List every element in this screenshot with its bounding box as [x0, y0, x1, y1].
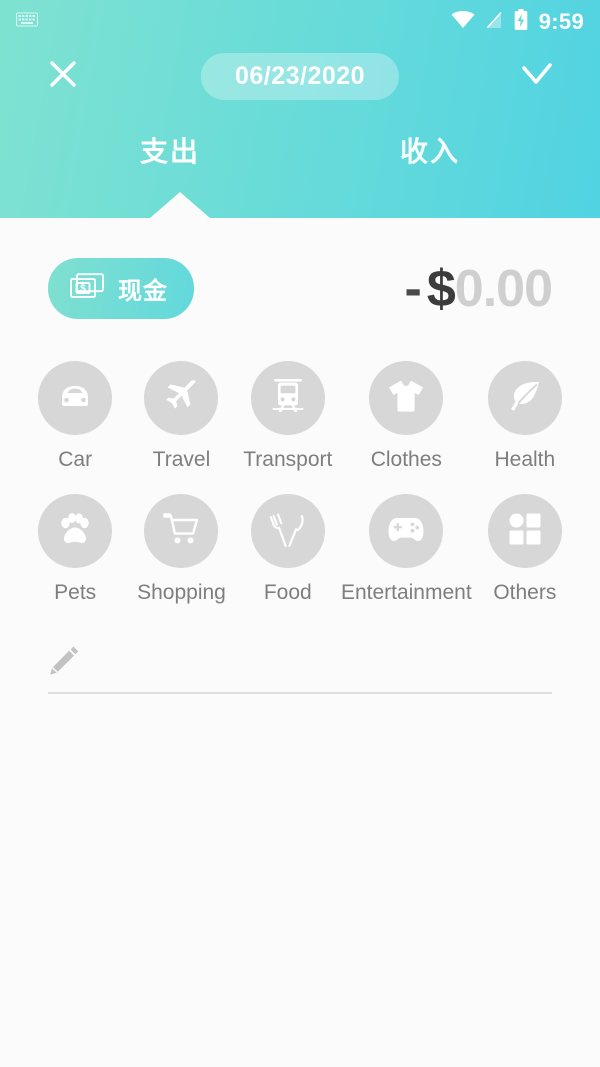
category-label: Clothes: [370, 448, 442, 471]
note-row[interactable]: [48, 643, 552, 694]
account-selector-button[interactable]: $ 现金: [48, 258, 194, 319]
note-input[interactable]: [96, 654, 552, 682]
status-bar: 9:59: [0, 0, 600, 44]
category-food[interactable]: Food: [235, 494, 341, 605]
date-picker-button[interactable]: 06/23/2020: [200, 52, 400, 100]
category-health[interactable]: Health: [472, 361, 578, 472]
category-label: Health: [494, 448, 556, 471]
confirm-button[interactable]: [516, 55, 558, 97]
close-icon: [47, 58, 79, 95]
category-icon-circle: [250, 494, 325, 568]
shopping-cart-icon: [161, 511, 201, 552]
wifi-icon: [451, 10, 475, 34]
paw-icon: [55, 511, 95, 552]
tshirt-icon: [386, 379, 426, 418]
category-label: Shopping: [137, 581, 226, 604]
signal-off-icon: [486, 11, 503, 34]
category-car[interactable]: Car: [22, 361, 128, 472]
amount-value: 0.00: [454, 259, 553, 318]
amount-display[interactable]: - $ 0.00: [404, 259, 553, 319]
category-label: Travel: [152, 448, 211, 471]
category-icon-circle: [369, 494, 444, 568]
check-icon: [519, 59, 555, 94]
category-icon-circle: [144, 361, 219, 435]
header-action-bar: 06/23/2020: [0, 44, 600, 108]
grid-icon: [508, 512, 542, 551]
banknote-icon: $: [70, 273, 104, 304]
category-icon-circle: [144, 494, 219, 568]
category-travel[interactable]: Travel: [128, 361, 234, 472]
expense-entry-screen: 9:59 06/23/2020 支出 收入 $ 现金 - $ 0.00 Car …: [0, 0, 600, 1067]
category-transport[interactable]: Transport: [235, 361, 341, 472]
train-icon: [271, 377, 305, 420]
header: 9:59 06/23/2020 支出 收入: [0, 0, 600, 218]
close-button[interactable]: [42, 55, 84, 97]
category-pets[interactable]: Pets: [22, 494, 128, 605]
entry-body: $ 现金 - $ 0.00 Car Travel Transport Cloth…: [0, 218, 600, 694]
category-icon-circle: [38, 361, 113, 435]
gamepad-icon: [385, 512, 427, 551]
amount-sign: -: [404, 259, 422, 318]
category-shopping[interactable]: Shopping: [128, 494, 234, 605]
status-bar-right: 9:59: [451, 9, 584, 35]
category-clothes[interactable]: Clothes: [341, 361, 472, 472]
car-icon: [55, 380, 95, 417]
battery-charging-icon: [514, 9, 528, 35]
category-icon-circle: [250, 361, 325, 435]
category-label: Transport: [243, 448, 333, 471]
pencil-icon: [48, 643, 82, 682]
category-grid: Car Travel Transport Clothes Health Pets…: [0, 361, 600, 605]
active-tab-indicator: [150, 192, 210, 218]
fork-knife-icon: [269, 510, 307, 553]
category-label: Entertainment: [340, 581, 472, 604]
category-icon-circle: [487, 494, 562, 568]
type-tabs: 支出 收入: [0, 120, 600, 180]
svg-text:$: $: [80, 284, 86, 295]
airplane-icon: [162, 378, 200, 419]
category-icon-circle: [487, 361, 562, 435]
tab-expense[interactable]: 支出: [40, 120, 300, 180]
category-others[interactable]: Others: [472, 494, 578, 605]
currency-symbol: $: [426, 259, 456, 318]
category-label: Pets: [54, 581, 97, 604]
account-label: 现金: [118, 278, 168, 305]
amount-row: $ 现金 - $ 0.00: [0, 218, 600, 319]
status-bar-left: [16, 12, 38, 33]
category-icon-circle: [38, 494, 113, 568]
category-entertainment[interactable]: Entertainment: [341, 494, 472, 605]
category-icon-circle: [369, 361, 444, 435]
keyboard-icon: [16, 12, 38, 33]
leaf-icon: [506, 378, 544, 419]
category-label: Car: [58, 448, 93, 471]
category-label: Others: [493, 581, 557, 604]
category-label: Food: [263, 581, 312, 604]
status-bar-clock: 9:59: [538, 9, 584, 34]
tab-income[interactable]: 收入: [300, 120, 560, 180]
